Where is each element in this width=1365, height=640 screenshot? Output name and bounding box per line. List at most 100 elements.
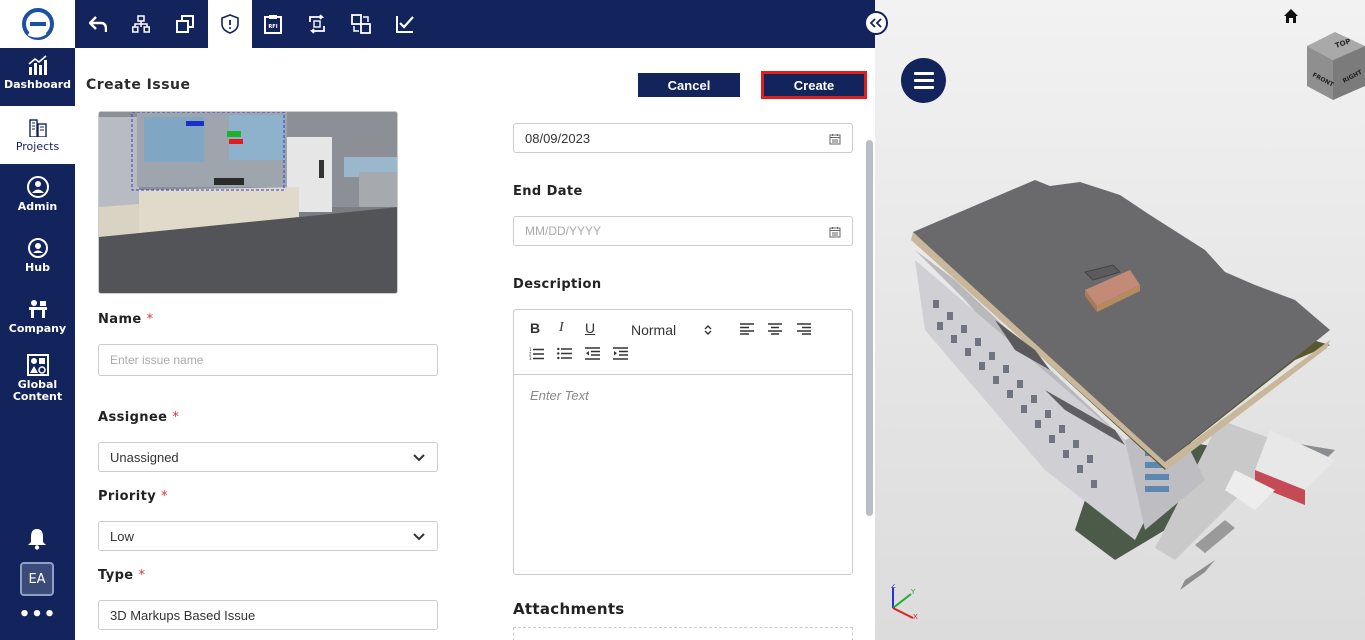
align-right-icon[interactable] <box>797 323 811 335</box>
cancel-button[interactable]: Cancel <box>638 73 740 97</box>
indent-icon[interactable] <box>613 347 628 360</box>
calendar-icon[interactable] <box>829 226 841 238</box>
end-date-placeholder: MM/DD/YYYY <box>525 224 602 238</box>
hub-icon <box>27 237 49 259</box>
buildings-icon <box>27 116 49 138</box>
nav-hub[interactable]: Hub <box>0 237 75 281</box>
hierarchy-button[interactable] <box>119 0 163 48</box>
required-mark: * <box>161 489 168 504</box>
bold-button[interactable]: B <box>530 320 540 336</box>
create-issue-panel: Create Issue Cancel Create Name * Enter … <box>75 48 875 640</box>
align-center-icon[interactable] <box>768 323 782 335</box>
bullet-list-icon[interactable] <box>557 347 572 360</box>
heading-style-select[interactable]: Normal <box>631 322 676 338</box>
hierarchy-icon <box>132 15 150 33</box>
issues-button[interactable] <box>208 0 252 48</box>
required-mark: * <box>172 410 180 425</box>
model-viewer[interactable]: TOP FRONT RIGHT Z Y X <box>875 0 1365 640</box>
ordered-list-icon[interactable]: 123 <box>529 347 544 360</box>
underline-button[interactable]: U <box>585 320 595 336</box>
shield-icon <box>221 14 239 34</box>
panel-scrollbar[interactable] <box>866 140 873 516</box>
markup-button[interactable] <box>383 0 427 48</box>
copy-button[interactable] <box>163 0 207 48</box>
svg-text:Y: Y <box>910 588 916 596</box>
editor-placeholder[interactable]: Enter Text <box>530 388 589 403</box>
assignee-label: Assignee * <box>98 410 179 425</box>
select-arrows-icon <box>704 325 712 335</box>
rfi-icon: RFI <box>264 15 282 34</box>
nav-admin[interactable]: Admin <box>0 176 75 220</box>
left-sidebar: Dashboard Projects Admin Hub Company Glo… <box>0 0 75 640</box>
nav-dashboard[interactable]: Dashboard <box>0 54 75 98</box>
editor-toolbar: B I U Normal 123 <box>514 310 852 375</box>
name-placeholder: Enter issue name <box>110 353 204 367</box>
attachments-dropzone[interactable] <box>513 627 853 640</box>
compare-icon <box>351 14 371 34</box>
italic-button[interactable]: I <box>559 320 564 336</box>
undo-icon <box>89 16 107 32</box>
sync-button[interactable] <box>295 0 339 48</box>
rfi-button[interactable]: RFI <box>251 0 295 48</box>
chart-icon <box>27 54 49 76</box>
end-date-input[interactable]: MM/DD/YYYY <box>513 216 853 246</box>
nav-company[interactable]: Company <box>0 298 75 342</box>
attachments-label: Attachments <box>513 600 625 618</box>
global-content-icon <box>26 354 49 376</box>
name-input[interactable]: Enter issue name <box>98 344 438 376</box>
start-date-value: 08/09/2023 <box>525 130 591 146</box>
markup-icon <box>396 16 414 33</box>
company-icon <box>27 298 49 320</box>
svg-text:3: 3 <box>529 356 532 360</box>
start-date-input[interactable]: 08/09/2023 <box>513 123 853 153</box>
name-label: Name * <box>98 312 153 327</box>
priority-value: Low <box>110 528 134 544</box>
description-editor: B I U Normal 123 Enter Text <box>513 309 853 575</box>
nav-admin-label: Admin <box>17 200 58 213</box>
sync-icon <box>309 14 325 34</box>
description-label: Description <box>513 277 602 292</box>
align-left-icon[interactable] <box>740 323 754 335</box>
outdent-icon[interactable] <box>585 347 600 360</box>
calendar-icon[interactable] <box>829 133 841 145</box>
required-mark: * <box>138 568 146 583</box>
chevron-down-icon <box>413 533 425 541</box>
nav-global-content[interactable]: Global Content <box>0 354 75 406</box>
app-logo[interactable] <box>0 0 75 48</box>
name-label-text: Name <box>98 312 142 327</box>
nav-global-content-label: Global Content <box>12 378 63 403</box>
type-label-text: Type <box>98 568 134 583</box>
compare-button[interactable] <box>339 0 383 48</box>
assignee-select[interactable]: Unassigned <box>98 442 438 472</box>
svg-text:X: X <box>913 613 918 620</box>
page-title: Create Issue <box>86 77 191 93</box>
type-label: Type * <box>98 568 145 583</box>
nav-projects[interactable]: Projects <box>0 106 75 164</box>
nav-hub-label: Hub <box>25 261 50 274</box>
create-button[interactable]: Create <box>761 71 867 99</box>
more-menu-button[interactable]: ••• <box>0 604 75 625</box>
chevron-down-icon <box>413 454 425 462</box>
assignee-label-text: Assignee <box>98 410 168 425</box>
axis-triad-icon: Z Y X <box>891 584 918 620</box>
priority-select[interactable]: Low <box>98 521 438 551</box>
top-toolbar: RFI <box>75 0 875 48</box>
priority-label: Priority * <box>98 489 168 504</box>
app-root: Dashboard Projects Admin Hub Company Glo… <box>0 0 1365 640</box>
svg-text:Z: Z <box>891 584 896 590</box>
bell-icon[interactable] <box>27 528 47 550</box>
back-button[interactable] <box>76 0 120 48</box>
nav-dashboard-label: Dashboard <box>3 78 72 91</box>
avatar[interactable]: EA <box>20 562 54 596</box>
markup-snapshot-image <box>98 111 398 294</box>
double-chevron-left-icon <box>870 18 882 28</box>
nav-projects-label: Projects <box>15 140 60 153</box>
building-model <box>911 180 1335 590</box>
type-value: 3D Markups Based Issue <box>110 607 256 623</box>
copy-icon <box>176 15 194 33</box>
svg-text:RFI: RFI <box>268 24 277 30</box>
collapse-panel-button[interactable] <box>864 11 888 35</box>
end-date-label: End Date <box>513 184 583 199</box>
admin-icon <box>26 176 49 198</box>
type-field[interactable]: 3D Markups Based Issue <box>98 600 438 630</box>
